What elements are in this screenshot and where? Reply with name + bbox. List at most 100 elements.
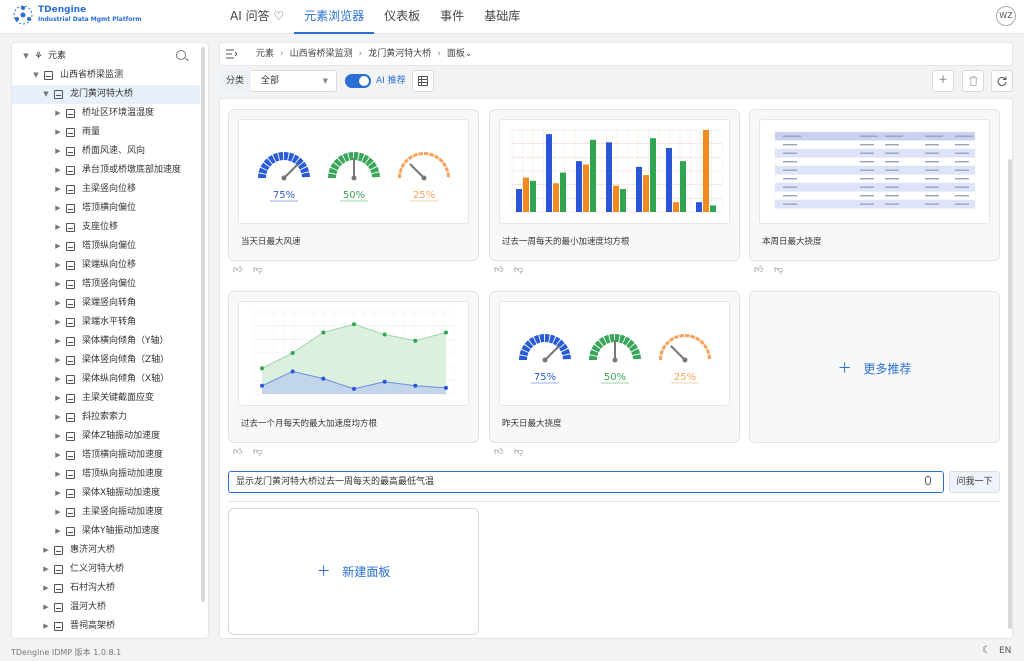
collapse-arrow-icon[interactable]: ▶ [54, 237, 62, 256]
tree-item[interactable]: ▶ 梁端纵向位移 [12, 256, 200, 275]
collapse-arrow-icon[interactable]: ▶ [54, 294, 62, 313]
panel-card[interactable]: 75% 50% 25% 昨天日最大挠度 [489, 291, 740, 443]
tree-item[interactable]: ▶ 梁体竖向倾角（Z轴） [12, 351, 200, 370]
delete-button[interactable] [962, 70, 984, 92]
thumbs-down-icon[interactable]: 👎︎ [253, 265, 262, 275]
collapse-arrow-icon[interactable]: ▶ [54, 180, 62, 199]
tree-root[interactable]: ▼ ⚘ 元素 [12, 47, 200, 66]
nav-item[interactable]: 基础库 [474, 0, 530, 34]
thumbs-down-icon[interactable]: 👎︎ [514, 447, 523, 457]
tree-item[interactable]: ▶ 主梁竖向位移 [12, 180, 200, 199]
chevron-down-icon[interactable]: ⌄ [465, 43, 473, 65]
breadcrumb-item[interactable]: 龙门黄河特大桥 [368, 43, 431, 65]
collapse-arrow-icon[interactable]: ▶ [54, 142, 62, 161]
collapse-arrow-icon[interactable]: ▶ [54, 484, 62, 503]
collapse-arrow-icon[interactable]: ▶ [54, 370, 62, 389]
thumbs-up-icon[interactable]: 👍︎ [233, 265, 242, 275]
tree-item[interactable]: ▼ 龙门黄河特大桥 [12, 85, 200, 104]
collapse-arrow-icon[interactable]: ▶ [54, 427, 62, 446]
collapse-arrow-icon[interactable]: ▶ [42, 617, 50, 636]
panel-card[interactable]: 过去一周每天的最小加速度均方根 [489, 109, 740, 261]
tree-item[interactable]: ▶ 仁义河特大桥 [12, 560, 200, 579]
ask-input[interactable]: 显示龙门黄河特大桥过去一周每天的最高最低气温 [228, 471, 944, 493]
tree-item[interactable]: ▶ 雨量 [12, 123, 200, 142]
tree-item[interactable]: ▶ 塔顶纵向偏位 [12, 237, 200, 256]
thumbs-up-icon[interactable]: 👍︎ [233, 447, 242, 457]
collapse-arrow-icon[interactable]: ▶ [54, 465, 62, 484]
refresh-button[interactable] [991, 70, 1013, 92]
collapse-arrow-icon[interactable]: ▶ [54, 313, 62, 332]
ai-recommend-toggle[interactable] [345, 74, 371, 88]
collapse-arrow-icon[interactable]: ▶ [54, 446, 62, 465]
tree-item[interactable]: ▶ 梁体横向倾角（Y轴） [12, 332, 200, 351]
collapse-arrow-icon[interactable]: ▶ [42, 541, 50, 560]
tree-item[interactable]: ▶ 承台顶或桥墩底部加速度 [12, 161, 200, 180]
tree-item[interactable]: ▶ 梁端竖向转角 [12, 294, 200, 313]
tree-item[interactable]: ▶ 主梁竖向振动加速度 [12, 503, 200, 522]
breadcrumb-item[interactable]: 山西省桥梁监测 [290, 43, 353, 65]
tree-item[interactable]: ▶ 主梁关键截面应变 [12, 389, 200, 408]
tree-item[interactable]: ▼ 山西省桥梁监测 [12, 66, 200, 85]
collapse-arrow-icon[interactable]: ▶ [54, 218, 62, 237]
thumbs-up-icon[interactable]: 👍︎ [494, 447, 503, 457]
collapse-arrow-icon[interactable]: ▶ [42, 579, 50, 598]
nav-item[interactable]: 事件 [430, 0, 474, 34]
collapse-arrow-icon[interactable]: ▶ [54, 522, 62, 541]
breadcrumb-item[interactable]: 元素 [256, 43, 274, 65]
moon-icon[interactable]: ☾ [982, 645, 991, 656]
tree-item[interactable]: ▶ 梁体X轴振动加速度 [12, 484, 200, 503]
panel-card[interactable]: 75% 50% 25% 当天日最大风速 [228, 109, 479, 261]
nav-item[interactable]: AI 问答 ♡ [220, 0, 294, 34]
collapse-arrow-icon[interactable]: ▶ [54, 408, 62, 427]
language-switch[interactable]: EN [999, 646, 1011, 656]
panel-card[interactable]: 本周日最大挠度 [749, 109, 1000, 261]
tree-item[interactable]: ▶ 塔顶横向振动加速度 [12, 446, 200, 465]
thumbs-down-icon[interactable]: 👎︎ [514, 265, 523, 275]
tree-item[interactable]: ▶ 梁体Z轴振动加速度 [12, 427, 200, 446]
collapse-arrow-icon[interactable]: ▶ [54, 199, 62, 218]
thumbs-up-icon[interactable]: 👍︎ [494, 265, 503, 275]
expand-arrow-icon[interactable]: ▼ [42, 85, 50, 104]
tree-item[interactable]: ▶ 梁端水平转角 [12, 313, 200, 332]
logo[interactable]: TDengine Industrial Data Mgmt Platform [12, 4, 142, 26]
collapse-arrow-icon[interactable]: ▶ [54, 332, 62, 351]
collapse-arrow-icon[interactable]: ▶ [42, 560, 50, 579]
collapse-arrow-icon[interactable]: ▶ [54, 351, 62, 370]
expand-arrow-icon[interactable]: ▼ [22, 47, 30, 66]
sidebar-toggle-icon[interactable] [225, 48, 239, 62]
thumbs-up-icon[interactable]: 👍︎ [754, 265, 763, 275]
search-icon[interactable] [176, 50, 186, 60]
collapse-arrow-icon[interactable]: ▶ [54, 161, 62, 180]
collapse-arrow-icon[interactable]: ▶ [54, 123, 62, 142]
tree-item[interactable]: ▶ 支座位移 [12, 218, 200, 237]
tree-item[interactable]: ▶ 塔顶竖向偏位 [12, 275, 200, 294]
add-button[interactable]: ＋ [932, 70, 954, 92]
more-recommendations-card[interactable]: ＋ 更多推荐 [749, 291, 1000, 443]
nav-item[interactable]: 仪表板 [374, 0, 430, 34]
new-panel-card[interactable]: ＋ 新建面板 [228, 508, 479, 635]
tree-item[interactable]: ▶ 温河大桥 [12, 598, 200, 617]
tree-item[interactable]: ▶ 晋祠高架桥 [12, 617, 200, 636]
collapse-arrow-icon[interactable]: ▶ [54, 503, 62, 522]
tree-item[interactable]: ▶ 塔顶纵向振动加速度 [12, 465, 200, 484]
tree-item[interactable]: ▶ 梁体纵向倾角（X轴） [12, 370, 200, 389]
tree-item[interactable]: ▶ 桥面风速、风向 [12, 142, 200, 161]
tree-item[interactable]: ▶ 塔顶横向偏位 [12, 199, 200, 218]
ask-button[interactable]: 问我一下 [949, 471, 1000, 493]
thumbs-down-icon[interactable]: 👎︎ [253, 447, 262, 457]
user-avatar[interactable]: WZ [996, 6, 1016, 26]
collapse-arrow-icon[interactable]: ▶ [54, 389, 62, 408]
collapse-arrow-icon[interactable]: ▶ [54, 275, 62, 294]
content-scrollbar[interactable] [1008, 159, 1012, 629]
microphone-icon[interactable] [925, 476, 931, 485]
table-view-button[interactable] [412, 70, 434, 92]
tree-item[interactable]: ▶ 石村沟大桥 [12, 579, 200, 598]
collapse-arrow-icon[interactable]: ▶ [54, 256, 62, 275]
expand-arrow-icon[interactable]: ▼ [32, 66, 40, 85]
thumbs-down-icon[interactable]: 👎︎ [774, 265, 783, 275]
collapse-arrow-icon[interactable]: ▶ [54, 104, 62, 123]
breadcrumb-item[interactable]: 面板 [447, 43, 465, 65]
sidebar-scrollbar[interactable] [201, 47, 205, 602]
tree-item[interactable]: ▶ 桥址区环境温湿度 [12, 104, 200, 123]
panel-card[interactable]: 过去一个月每天的最大加速度均方根 [228, 291, 479, 443]
